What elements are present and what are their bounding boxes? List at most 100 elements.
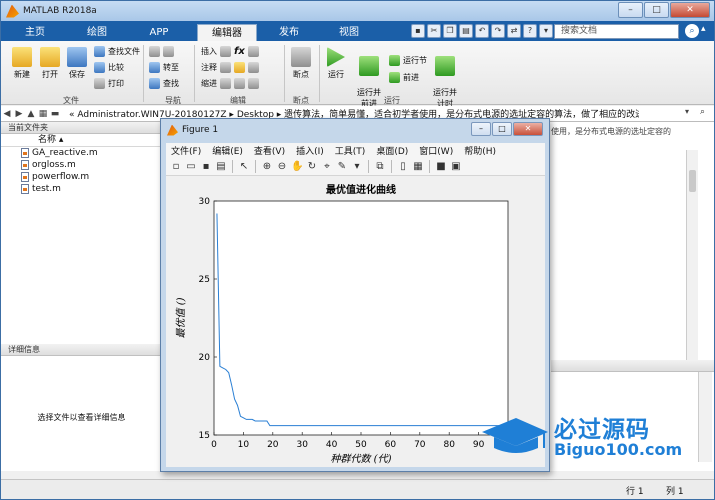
tab-publish[interactable]: 发布: [263, 24, 315, 41]
hide-plot-tools-icon[interactable]: ■: [435, 161, 447, 173]
indent-less-icon[interactable]: [248, 78, 259, 89]
browse-folder-icon[interactable]: ▦: [37, 109, 49, 119]
zoom-in-icon[interactable]: ⊕: [261, 161, 273, 173]
run-and-time-button[interactable]: 运行并 计时: [430, 47, 460, 109]
tab-plots[interactable]: 绘图: [73, 24, 121, 41]
close-button[interactable]: ✕: [670, 2, 710, 18]
tab-view[interactable]: 视图: [323, 24, 375, 41]
search-documentation-input[interactable]: 搜索文档: [554, 24, 679, 39]
indent-icon: [220, 78, 231, 89]
menu-file[interactable]: 文件(F): [171, 144, 201, 157]
menu-window[interactable]: 窗口(W): [419, 144, 453, 157]
y-tick-label: 25: [199, 275, 210, 285]
collapse-ribbon-icon[interactable]: ▴: [701, 24, 706, 34]
print-icon[interactable]: ▤: [215, 161, 227, 173]
percent-icon[interactable]: [234, 62, 245, 73]
editor-tab-label[interactable]: 使用，是分布式电源的选址定容的: [551, 126, 671, 137]
editor-ribbon: 新建 打开 保存 查找文件 比较 打印 文件 转至 查找 导航 插入 fx 注释…: [1, 41, 714, 108]
legend-icon[interactable]: ▦: [412, 161, 424, 173]
switch-windows-icon[interactable]: ⇄: [507, 24, 521, 38]
file-item[interactable]: powerflow.m: [1, 171, 162, 183]
find-button[interactable]: 查找: [149, 78, 179, 89]
copy-quick-icon[interactable]: ❐: [443, 24, 457, 38]
figure-title-bar[interactable]: Figure 1 – □ ✕: [161, 119, 549, 141]
dropdown-quick-icon[interactable]: ▾: [539, 24, 553, 38]
menu-view[interactable]: 查看(V): [254, 144, 285, 157]
save-quick-icon[interactable]: ▪: [411, 24, 425, 38]
compare-button[interactable]: 比较: [94, 62, 124, 73]
zoom-out-icon[interactable]: ⊖: [276, 161, 288, 173]
scrollbar-thumb[interactable]: [689, 170, 696, 192]
link-plot-icon[interactable]: ⧉: [374, 161, 386, 173]
y-tick-label: 15: [199, 431, 210, 441]
indent-button[interactable]: 缩进: [201, 78, 259, 89]
x-tick-label: 20: [267, 440, 279, 450]
back-icon[interactable]: ◀: [1, 109, 13, 119]
open-icon[interactable]: ▭: [185, 161, 197, 173]
open-button[interactable]: 打开: [37, 47, 63, 80]
file-item[interactable]: GA_reactive.m: [1, 147, 162, 159]
figure-maximize-button[interactable]: □: [492, 122, 512, 136]
new-button[interactable]: 新建: [9, 47, 35, 80]
maximize-button[interactable]: □: [644, 2, 669, 18]
menu-tools[interactable]: 工具(T): [335, 144, 366, 157]
pointer-icon[interactable]: ↖: [238, 161, 250, 173]
menu-edit[interactable]: 编辑(E): [212, 144, 243, 157]
menu-insert[interactable]: 插入(I): [296, 144, 324, 157]
show-plot-tools-icon[interactable]: ▣: [450, 161, 462, 173]
nav-back-forward[interactable]: [149, 46, 174, 57]
insert-button[interactable]: 插入 fx: [201, 46, 259, 57]
x-axis-label: 种群代数 (代): [331, 453, 392, 465]
wrap-icon[interactable]: [248, 62, 259, 73]
minimize-button[interactable]: –: [618, 2, 643, 18]
forward-icon[interactable]: ▶: [13, 109, 25, 119]
breakpoints-button[interactable]: 断点: [288, 47, 314, 80]
menu-help[interactable]: 帮助(H): [464, 144, 496, 157]
matlab-logo-icon: [167, 124, 178, 136]
line-chart[interactable]: 最优值进化曲线 0 10 20 30 40 50 60 70 80 90 15 20 25 30 种群代数 (…: [166, 176, 545, 467]
title-bar: MATLAB R2018a – □ ✕: [1, 1, 714, 21]
redo-quick-icon[interactable]: ↷: [491, 24, 505, 38]
name-column-header[interactable]: 名称 ▴: [1, 134, 162, 147]
figure-minimize-button[interactable]: –: [471, 122, 491, 136]
colorbar-icon[interactable]: ▯: [397, 161, 409, 173]
brush-dropdown-icon[interactable]: ▾: [351, 161, 363, 173]
goto-button[interactable]: 转至: [149, 62, 179, 73]
new-figure-icon[interactable]: ▫: [170, 161, 182, 173]
function-icon[interactable]: [247, 46, 259, 57]
help-quick-icon[interactable]: ?: [523, 24, 537, 38]
indent-more-icon[interactable]: [234, 78, 245, 89]
file-item[interactable]: orgloss.m: [1, 159, 162, 171]
rotate-icon[interactable]: ↻: [306, 161, 318, 173]
tab-home[interactable]: 主页: [11, 24, 59, 41]
up-folder-icon[interactable]: ▲: [25, 109, 37, 119]
breakpoint-icon: [291, 47, 311, 67]
cut-quick-icon[interactable]: ✂: [427, 24, 441, 38]
comment-button[interactable]: 注释: [201, 62, 259, 73]
menu-desktop[interactable]: 桌面(D): [376, 144, 408, 157]
print-button[interactable]: 打印: [94, 78, 124, 89]
paste-quick-icon[interactable]: ▤: [459, 24, 473, 38]
find-files-button[interactable]: 查找文件: [94, 46, 140, 57]
tab-editor[interactable]: 编辑器: [197, 24, 257, 41]
file-name: test.m: [32, 184, 61, 194]
data-cursor-icon[interactable]: ⌖: [321, 161, 333, 173]
tab-apps[interactable]: APP: [135, 24, 183, 41]
run-section-button[interactable]: 运行节: [389, 55, 427, 66]
fx-icon[interactable]: fx: [234, 46, 245, 57]
figure-close-button[interactable]: ✕: [513, 122, 543, 136]
undo-quick-icon[interactable]: ↶: [475, 24, 489, 38]
search-icon[interactable]: ⌕: [685, 24, 699, 38]
pan-hand-icon[interactable]: ✋: [291, 161, 303, 173]
save-button[interactable]: 保存: [65, 47, 89, 80]
brush-icon[interactable]: ✎: [336, 161, 348, 173]
save-icon[interactable]: ▪: [200, 161, 212, 173]
advance-button[interactable]: 前进: [389, 72, 419, 83]
search-icon[interactable]: ⌕: [700, 107, 705, 117]
command-scrollbar[interactable]: [698, 372, 712, 462]
run-button[interactable]: 运行: [323, 47, 349, 80]
editor-scrollbar[interactable]: [686, 150, 698, 360]
path-dropdown-icon[interactable]: ▾: [685, 107, 689, 116]
file-item[interactable]: test.m: [1, 183, 162, 195]
find-icon: [149, 78, 160, 89]
